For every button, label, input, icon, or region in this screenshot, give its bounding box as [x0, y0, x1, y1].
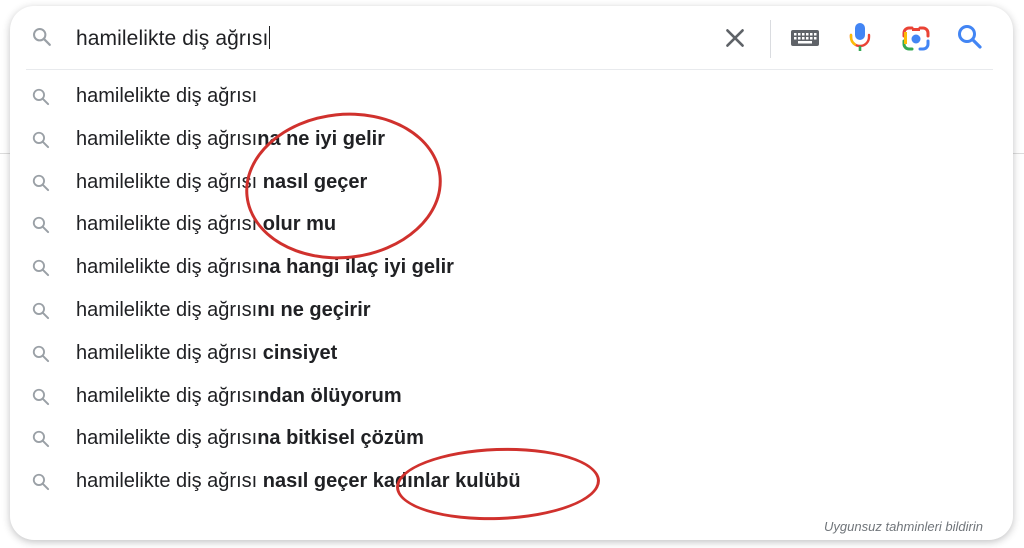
suggestion-base-text: hamilelikte diş ağrısı — [76, 427, 258, 450]
camera-lens-icon[interactable] — [901, 24, 931, 54]
suggestion-base-text: hamilelikte diş ağrısı — [76, 85, 258, 107]
suggestion-completion-text: na hangi ilaç iyi gelir — [257, 256, 454, 279]
toolbar-separator — [770, 20, 771, 58]
suggestion-completion-text: olur mu — [262, 213, 337, 236]
suggestion-text: hamilelikte diş ağrısı cinsiyet — [76, 342, 337, 365]
search-icon — [32, 345, 50, 362]
search-divider — [26, 69, 993, 70]
suggestion-item[interactable]: hamilelikte diş ağrısı — [10, 76, 1013, 119]
keyboard-icon[interactable] — [790, 28, 820, 48]
mic-icon[interactable] — [848, 21, 872, 53]
search-icon — [33, 28, 51, 46]
close-icon[interactable] — [722, 25, 748, 51]
text-caret — [269, 26, 271, 49]
search-icon — [32, 474, 50, 491]
suggestion-text: hamilelikte diş ağrısı — [76, 85, 257, 108]
search-box: hamilelikte diş ağrısı — [10, 6, 1013, 70]
search-icon — [32, 302, 50, 320]
suggestion-base-text: hamilelikte diş ağrısı — [76, 298, 258, 321]
suggestion-item[interactable]: hamilelikte diş ağrısı olur mu — [10, 204, 1013, 247]
suggestion-item[interactable]: hamilelikte diş ağrısı nasıl geçer — [10, 162, 1013, 205]
suggestion-text: hamilelikte diş ağrısı nasıl geçer kadın… — [76, 470, 521, 493]
search-icon — [32, 131, 50, 148]
suggestion-item[interactable]: hamilelikte diş ağrısını ne geçirir — [10, 290, 1013, 333]
suggestion-completion-text: nasıl geçer — [262, 170, 368, 193]
suggestion-text: hamilelikte diş ağrısına ne iyi gelir — [76, 128, 385, 151]
suggestion-completion-text: ndan ölüyorum — [257, 384, 402, 407]
suggestion-base-text: hamilelikte diş ağrısı — [76, 170, 263, 193]
suggestion-completion-text: na ne iyi gelir — [257, 127, 386, 150]
suggestion-base-text: hamilelikte diş ağrısı — [76, 256, 258, 279]
search-icon — [32, 88, 50, 106]
suggestion-base-text: hamilelikte diş ağrısı — [76, 127, 258, 150]
suggestion-item[interactable]: hamilelikte diş ağrısından ölüyorum — [10, 376, 1013, 419]
suggestion-text: hamilelikte diş ağrısını ne geçirir — [76, 299, 371, 322]
suggestion-text: hamilelikte diş ağrısından ölüyorum — [76, 385, 402, 408]
search-icon — [32, 431, 50, 448]
suggestion-base-text: hamilelikte diş ağrısı — [76, 470, 263, 493]
search-query-text: hamilelikte diş ağrısı — [76, 27, 269, 50]
suggestion-item[interactable]: hamilelikte diş ağrısına ne iyi gelir — [10, 119, 1013, 162]
suggestion-item[interactable]: hamilelikte diş ağrısı cinsiyet — [10, 333, 1013, 376]
report-predictions-link[interactable]: Uygunsuz tahminleri bildirin — [824, 519, 983, 534]
suggestion-completion-text: cinsiyet — [262, 341, 338, 364]
suggestion-completion-text: na bitkisel çözüm — [257, 427, 424, 450]
suggestion-text: hamilelikte diş ağrısı nasıl geçer — [76, 171, 367, 194]
suggestion-text: hamilelikte diş ağrısına bitkisel çözüm — [76, 427, 424, 450]
suggestion-item[interactable]: hamilelikte diş ağrısı nasıl geçer kadın… — [10, 461, 1013, 504]
suggestion-text: hamilelikte diş ağrısı olur mu — [76, 213, 336, 236]
suggestion-list: hamilelikte diş ağrısı hamilelikte diş ağ… — [10, 76, 1013, 504]
suggestion-item[interactable]: hamilelikte diş ağrısına bitkisel çözüm — [10, 418, 1013, 461]
suggestion-base-text: hamilelikte diş ağrısı — [76, 213, 263, 236]
search-icon — [32, 260, 50, 277]
suggestion-completion-text: nasıl geçer kadınlar kulübü — [262, 470, 521, 493]
search-suggestions-dropdown: hamilelikte diş ağrısı hamilelikte diş a… — [10, 6, 1013, 540]
search-icon — [32, 388, 50, 405]
suggestion-base-text: hamilelikte diş ağrısı — [76, 384, 258, 407]
search-icon — [32, 174, 50, 191]
search-submit-icon[interactable] — [956, 23, 984, 51]
search-input[interactable]: hamilelikte diş ağrısı — [76, 26, 271, 51]
search-icon — [32, 217, 50, 234]
suggestion-text: hamilelikte diş ağrısına hangi ilaç iyi … — [76, 256, 454, 279]
page: hamilelikte diş ağrısı hamilelikte diş a… — [0, 0, 1024, 548]
suggestion-completion-text: nı ne geçirir — [257, 298, 371, 321]
suggestion-item[interactable]: hamilelikte diş ağrısına hangi ilaç iyi … — [10, 247, 1013, 290]
suggestion-base-text: hamilelikte diş ağrısı — [76, 341, 263, 364]
